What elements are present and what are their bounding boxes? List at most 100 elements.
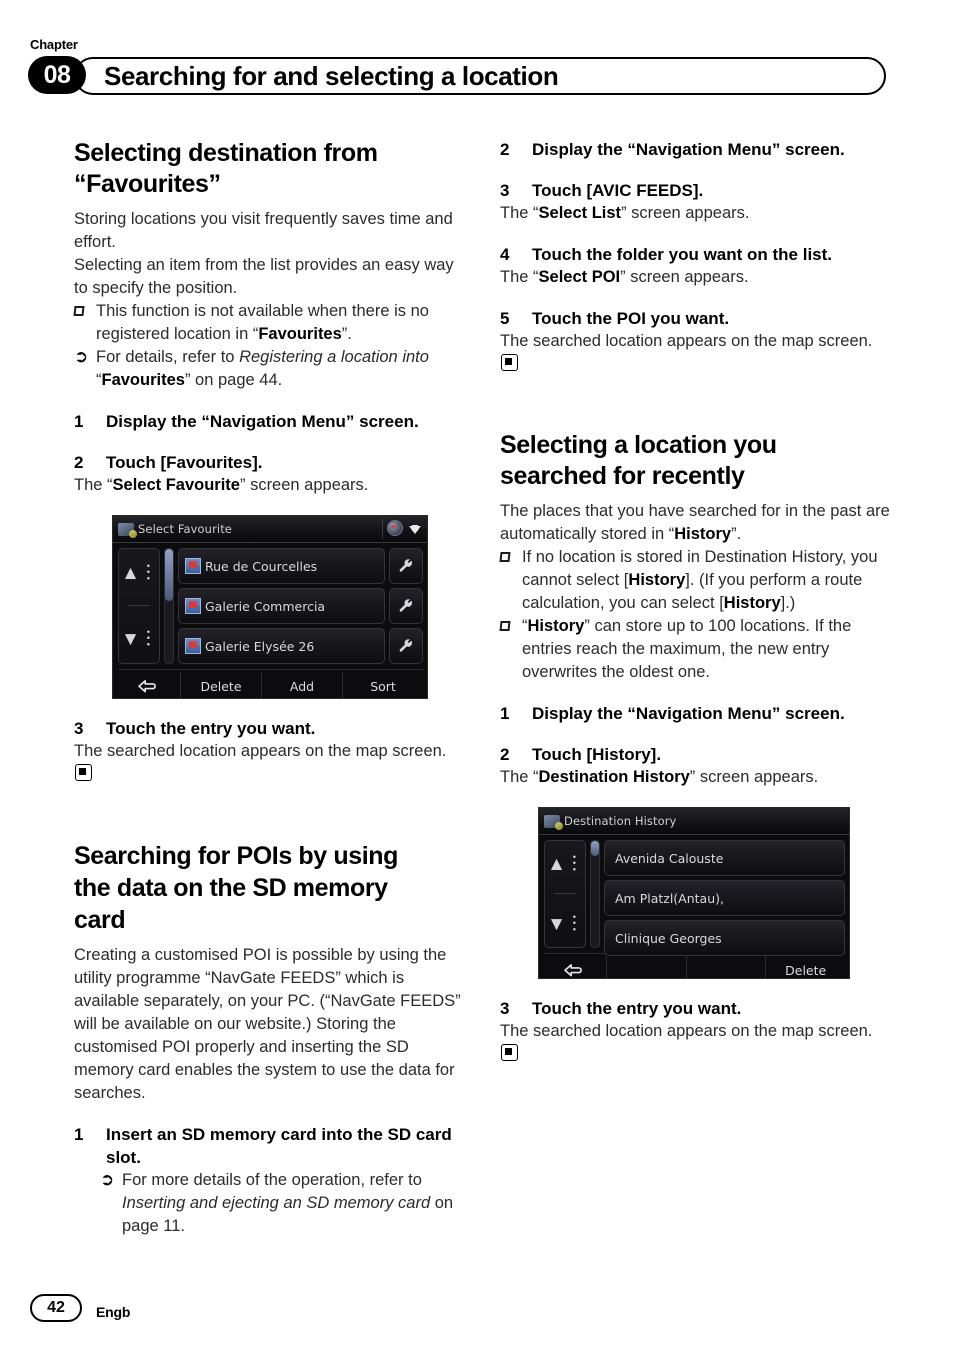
ref-text-pre: For more details of the operation, refer… xyxy=(122,1171,422,1189)
scroll-buttons[interactable]: ▲︙ ▼︙ xyxy=(544,840,586,948)
back-arrow-icon[interactable] xyxy=(118,672,181,698)
heading-line-3: card xyxy=(74,906,126,934)
reference-item: ➲ For details, refer to Registering a lo… xyxy=(74,346,464,392)
scrollbar-thumb[interactable] xyxy=(591,841,599,856)
intro-paragraph-2: Selecting an item from the list provides… xyxy=(74,256,454,297)
section-heading-sd-poi: Searching for POIs by using the data on … xyxy=(74,840,464,936)
step-number: 2 xyxy=(500,140,510,159)
reference-text: For details, refer to Registering a loca… xyxy=(96,346,464,392)
r-step-4-result: The “Select POI” screen appears. xyxy=(500,266,890,289)
destination-history-icon xyxy=(544,814,563,830)
list-item[interactable]: Galerie Commercia xyxy=(178,588,385,624)
ref-text-bold: Favourites xyxy=(101,371,185,389)
scroll-down-icon[interactable]: ▼︙ xyxy=(547,915,584,934)
step-label: Display the “Navigation Menu” screen. xyxy=(532,704,845,723)
intro-paragraph-1: Storing locations you visit frequently s… xyxy=(74,210,453,251)
heading-line-2: “Favourites” xyxy=(74,170,221,198)
result-bold: Destination History xyxy=(538,768,690,786)
empty-button-2 xyxy=(687,956,767,978)
r-step-5: 5 Touch the POI you want. xyxy=(500,307,890,330)
result-post: ” screen appears. xyxy=(239,476,369,494)
r2-step-1: 1 Display the “Navigation Menu” screen. xyxy=(500,702,890,725)
device-toolbar xyxy=(387,520,421,536)
list-item-label: Avenida Calouste xyxy=(615,850,724,866)
list-item[interactable]: Clinique Georges xyxy=(604,920,845,956)
step-label: Display the “Navigation Menu” screen. xyxy=(106,412,419,431)
step-number: 5 xyxy=(500,309,510,328)
note-text: If no location is stored in Destination … xyxy=(522,546,890,615)
page-title: Searching for and selecting a location xyxy=(104,60,559,91)
section-heading-favourites: Selecting destination from “Favourites” xyxy=(74,138,464,200)
step-label: Insert an SD memory card into the SD car… xyxy=(106,1125,452,1167)
delete-button[interactable]: Delete xyxy=(181,672,262,698)
divider xyxy=(382,519,383,539)
step-label: Touch [History]. xyxy=(532,745,662,764)
wrench-icon[interactable] xyxy=(389,628,423,664)
result-post: ” screen appears. xyxy=(621,204,750,222)
ref-text-italic: Inserting and ejecting an SD memory card xyxy=(122,1194,431,1212)
r-step-2: 2 Display the “Navigation Menu” screen. xyxy=(500,138,890,161)
step-number: 2 xyxy=(500,745,510,764)
scrollbar[interactable] xyxy=(590,840,600,948)
section-heading-recent: Selecting a location you searched for re… xyxy=(500,430,890,492)
step-number: 3 xyxy=(500,181,510,200)
step-label: Touch the entry you want. xyxy=(106,719,316,738)
intro-bold: History xyxy=(674,525,732,543)
r-step-4: 4 Touch the folder you want on the list. xyxy=(500,243,890,266)
list-row: Clinique Georges xyxy=(604,920,845,956)
list-item[interactable]: Am Platzl(Antau), xyxy=(604,880,845,916)
note-bold-2: History xyxy=(723,594,781,612)
download-arrow-icon[interactable] xyxy=(409,525,421,534)
step-2-result: The “Select Favourite” screen appears. xyxy=(74,474,464,497)
scrollbar[interactable] xyxy=(164,548,174,664)
wrench-icon[interactable] xyxy=(389,588,423,624)
scroll-buttons[interactable]: ▲︙ ▼︙ xyxy=(118,548,160,664)
list-item-label: Rue de Courcelles xyxy=(205,558,318,574)
wrench-icon[interactable] xyxy=(389,548,423,584)
result-post: ” screen appears. xyxy=(620,268,749,286)
list-item[interactable]: Avenida Calouste xyxy=(604,840,845,876)
list-item[interactable]: Galerie Elysée 26 xyxy=(178,628,385,664)
ref-text-post: on page 44. xyxy=(190,371,283,389)
add-button[interactable]: Add xyxy=(262,672,343,698)
globe-icon[interactable] xyxy=(387,520,403,536)
favourite-marker-icon xyxy=(185,638,201,654)
scroll-up-icon[interactable]: ▲︙ xyxy=(547,854,584,873)
scrollbar-thumb[interactable] xyxy=(165,549,173,602)
step-number: 4 xyxy=(500,245,510,264)
sd-reference-text: For more details of the operation, refer… xyxy=(122,1169,464,1238)
device-body: ▲︙ ▼︙ Avenida Calouste Am Platzl(Antau), xyxy=(539,835,849,956)
empty-button-1 xyxy=(607,956,687,978)
note-text: “History” can store up to 100 locations.… xyxy=(522,615,890,684)
scroll-down-icon[interactable]: ▼︙ xyxy=(121,629,158,648)
device-body: ▲︙ ▼︙ Rue de Courcelles Galerie Commerci… xyxy=(113,543,427,667)
result-bold: Select POI xyxy=(538,268,621,286)
list-item-label: Galerie Commercia xyxy=(205,598,326,614)
sort-button[interactable]: Sort xyxy=(343,672,423,698)
step-label: Touch [AVIC FEEDS]. xyxy=(532,181,704,200)
back-arrow-icon[interactable] xyxy=(544,956,607,978)
recent-note-2: “History” can store up to 100 locations.… xyxy=(499,615,890,684)
square-note-icon xyxy=(499,615,522,684)
end-of-procedure-icon xyxy=(501,1044,518,1061)
scroll-up-icon[interactable]: ▲︙ xyxy=(121,564,158,583)
step-number: 1 xyxy=(500,704,510,723)
page-header: Chapter 08 Searching for and selecting a… xyxy=(0,0,954,110)
device-title-text: Destination History xyxy=(564,814,677,828)
delete-button[interactable]: Delete xyxy=(766,956,845,978)
chapter-label: Chapter xyxy=(30,37,78,52)
device-title-bar: Destination History xyxy=(539,808,849,835)
device-title-text: Select Favourite xyxy=(138,522,232,536)
result-pre: The “ xyxy=(74,476,113,494)
result-post: ” screen appears. xyxy=(689,768,819,786)
result-pre: The “ xyxy=(500,768,539,786)
result-pre: The searched location appears on the map… xyxy=(74,742,447,760)
heading-line-1: Selecting destination from xyxy=(74,139,378,167)
right-column: 2 Display the “Navigation Menu” screen. … xyxy=(499,138,890,1066)
note-text: This function is not available when ther… xyxy=(96,300,464,346)
list-item[interactable]: Rue de Courcelles xyxy=(178,548,385,584)
step-number: 1 xyxy=(74,1125,84,1144)
divider xyxy=(128,605,150,607)
step-number: 3 xyxy=(74,719,84,738)
step-3-result: The searched location appears on the map… xyxy=(74,740,464,786)
